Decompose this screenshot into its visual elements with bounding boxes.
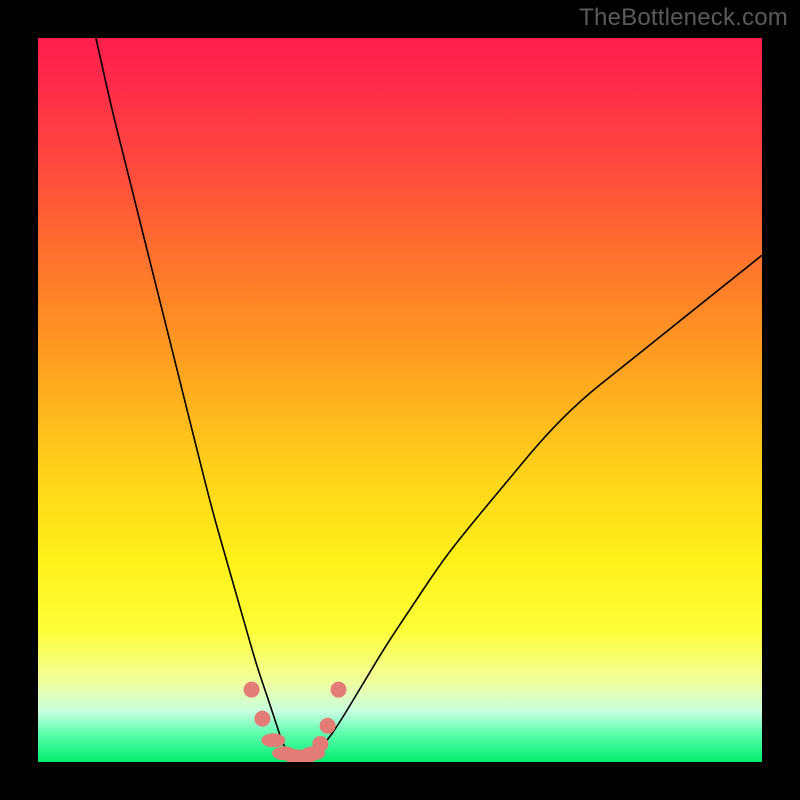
- watermark-text: TheBottleneck.com: [579, 4, 788, 32]
- chart-frame: TheBottleneck.com: [0, 0, 800, 800]
- background-gradient: [38, 38, 762, 762]
- plot-area: [38, 38, 762, 762]
